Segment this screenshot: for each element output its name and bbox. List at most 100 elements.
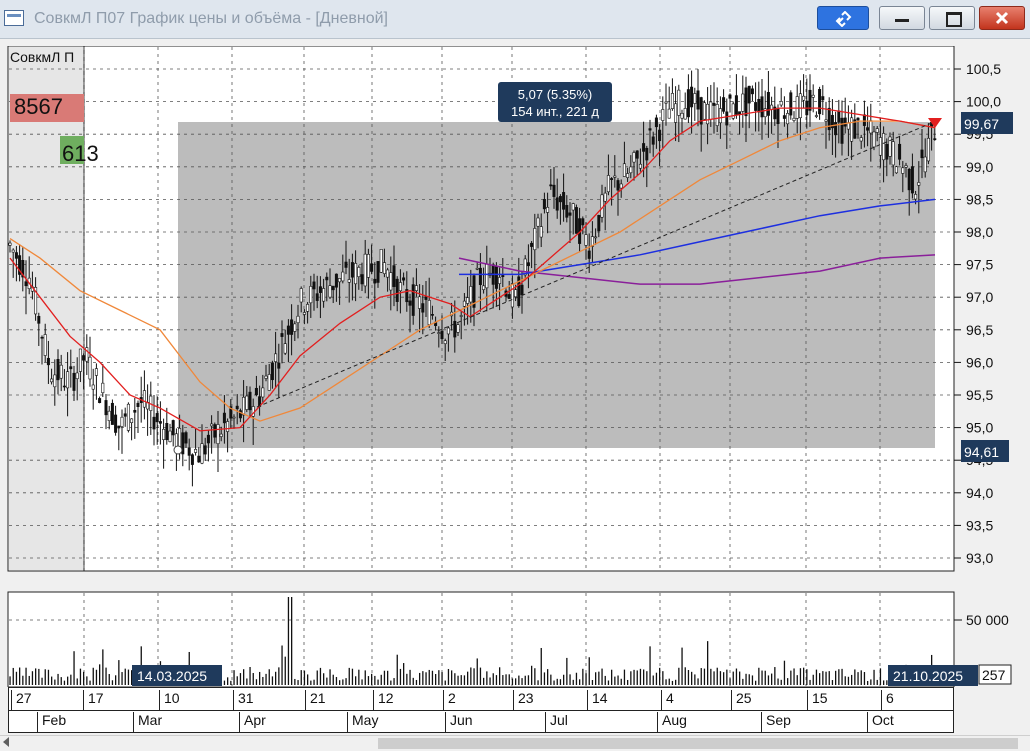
volume-bar bbox=[633, 669, 635, 685]
volume-bar bbox=[118, 660, 120, 685]
horizontal-scrollbar[interactable] bbox=[0, 735, 1030, 751]
volume-bar bbox=[390, 680, 392, 685]
close-button[interactable] bbox=[979, 6, 1025, 30]
candle-body bbox=[213, 424, 217, 438]
candle-body bbox=[347, 279, 351, 283]
volume-bar bbox=[339, 680, 341, 685]
volume-bar bbox=[403, 663, 405, 685]
candle-body bbox=[933, 138, 937, 140]
candle-body bbox=[318, 286, 322, 293]
volume-bar bbox=[399, 668, 402, 685]
candle-body bbox=[530, 242, 534, 247]
volume-bar bbox=[643, 669, 645, 685]
candle-body bbox=[322, 288, 326, 302]
candle-body bbox=[469, 286, 473, 303]
volume-bar bbox=[479, 667, 482, 685]
volume-bar bbox=[793, 668, 795, 685]
candle-body bbox=[501, 275, 505, 278]
price-tick-label: 94,0 bbox=[966, 485, 993, 501]
candle-body bbox=[914, 194, 918, 200]
candle-body bbox=[110, 402, 114, 425]
volume-bar bbox=[579, 679, 581, 685]
price-chart-panel[interactable]: 100,5 100,0 99,5 99,0 98,5 98,0 97,5 97,0 96,5 96… bbox=[0, 46, 1030, 574]
measure-selection[interactable] bbox=[178, 122, 935, 448]
candle-body bbox=[123, 413, 127, 417]
candle-body bbox=[325, 276, 329, 281]
candle-body bbox=[443, 340, 447, 345]
volume-bar bbox=[566, 657, 568, 685]
volume-chart-svg[interactable]: 50 000 14.03.2025 21.10.2025 257 bbox=[0, 580, 1030, 687]
candle-body bbox=[267, 374, 271, 391]
volume-bar bbox=[393, 678, 395, 685]
volume-bar bbox=[51, 676, 53, 685]
volume-bar bbox=[89, 680, 91, 685]
volume-bar bbox=[262, 676, 264, 685]
volume-bar bbox=[230, 680, 232, 685]
volume-bar bbox=[355, 676, 357, 685]
measure-span: 154 инт., 221 д bbox=[511, 104, 599, 119]
volume-bar bbox=[489, 677, 491, 685]
candle-body bbox=[744, 87, 748, 117]
scroll-thumb[interactable] bbox=[378, 738, 1018, 749]
volume-bar bbox=[271, 676, 274, 685]
volume-bar bbox=[303, 670, 306, 685]
date-start-label: 14.03.2025 bbox=[137, 668, 207, 684]
volume-bar bbox=[563, 674, 565, 685]
candle-body bbox=[606, 175, 610, 193]
candle-body bbox=[283, 343, 287, 354]
candle-body bbox=[235, 405, 239, 410]
time-axis-month-label: Jun bbox=[445, 712, 473, 732]
candle-body bbox=[360, 274, 364, 285]
candle-body bbox=[56, 358, 60, 381]
volume-bar bbox=[719, 671, 722, 685]
volume-bar bbox=[67, 676, 69, 685]
maximize-button[interactable] bbox=[929, 6, 975, 30]
volume-bar bbox=[630, 671, 632, 685]
volume-bar bbox=[694, 674, 696, 685]
volume-bar bbox=[847, 676, 850, 685]
volume-bar bbox=[655, 672, 658, 685]
price-tick-label: 97,5 bbox=[966, 257, 993, 273]
candle-body bbox=[661, 109, 665, 121]
candle-body bbox=[427, 300, 431, 325]
candle-body bbox=[686, 89, 690, 118]
candle-body bbox=[91, 384, 95, 390]
candle-body bbox=[386, 269, 390, 278]
volume-bar bbox=[857, 672, 859, 685]
minimize-button[interactable] bbox=[879, 6, 925, 30]
volume-bar bbox=[444, 680, 446, 685]
volume-bar bbox=[732, 671, 734, 685]
volume-bar bbox=[316, 670, 318, 685]
volume-bar bbox=[435, 674, 437, 685]
volume-bar bbox=[329, 669, 331, 685]
volume-bar bbox=[812, 674, 814, 685]
scroll-left-icon[interactable] bbox=[3, 737, 9, 747]
candle-body bbox=[114, 414, 118, 433]
volume-bar bbox=[700, 668, 702, 685]
volume-bar bbox=[873, 669, 875, 685]
link-button[interactable] bbox=[817, 6, 869, 30]
candle-body bbox=[510, 283, 514, 308]
volume-bar bbox=[313, 679, 315, 685]
volume-bar bbox=[870, 679, 872, 685]
candle-body bbox=[917, 182, 921, 186]
volume-bar bbox=[326, 677, 328, 685]
volume-bar bbox=[527, 675, 530, 685]
measure-anchor[interactable] bbox=[173, 445, 183, 455]
time-axis[interactable]: 27 17 10 31 21 12 2 23 14 4 25 15 6 Feb Mar Apr May Jun J… bbox=[8, 687, 954, 733]
candle-body bbox=[78, 348, 82, 372]
volume-bar bbox=[243, 669, 245, 685]
volume-bar bbox=[822, 671, 824, 685]
volume-bar bbox=[406, 673, 408, 685]
volume-bar bbox=[70, 674, 72, 685]
volume-bar bbox=[524, 675, 526, 685]
candle-body bbox=[162, 428, 166, 440]
candle-body bbox=[555, 197, 559, 211]
volume-bar bbox=[691, 671, 693, 685]
price-chart-svg[interactable]: 100,5100,099,599,098,598,097,597,096,596… bbox=[0, 46, 1030, 574]
volume-chart-panel[interactable]: 50 000 14.03.2025 21.10.2025 257 bbox=[0, 580, 1030, 687]
candle-body bbox=[619, 183, 623, 189]
candle-body bbox=[875, 128, 879, 133]
candle-body bbox=[437, 332, 441, 334]
price-tick-label: 98,0 bbox=[966, 224, 993, 240]
